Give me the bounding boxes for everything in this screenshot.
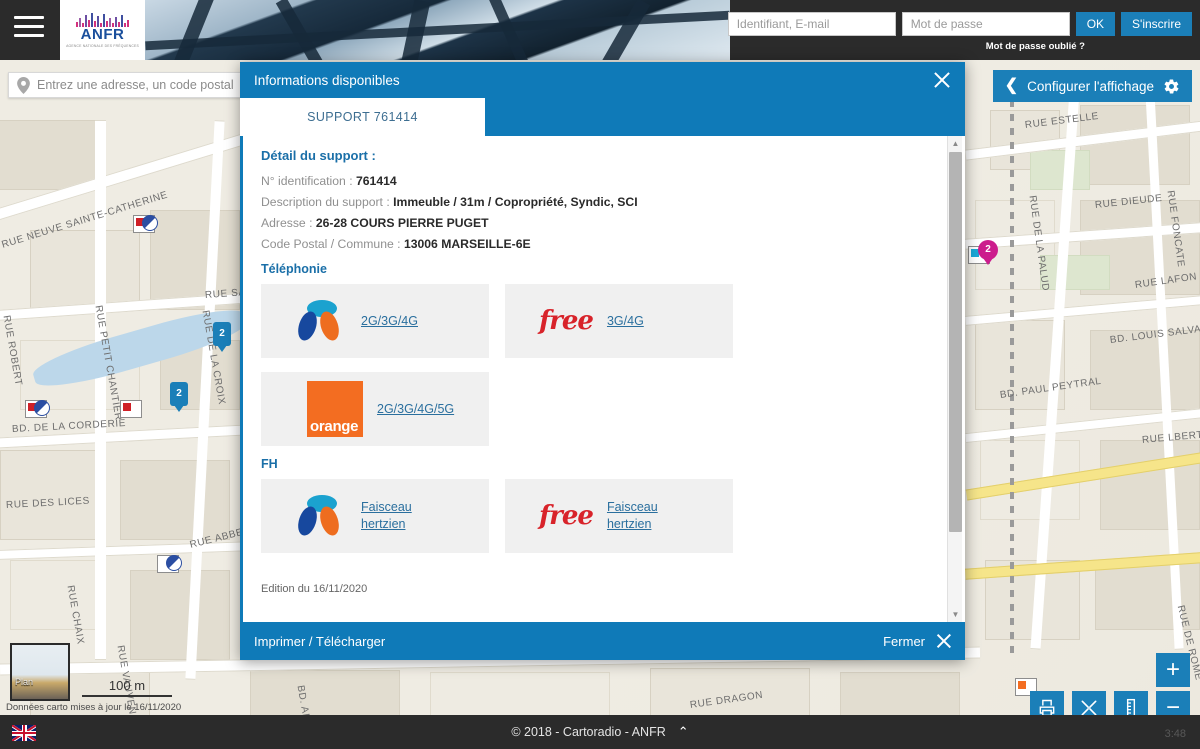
operator-card-free[interactable]: free 3G/4G — [505, 284, 733, 358]
map-marker-cluster[interactable]: 2 — [170, 382, 188, 406]
cartography-update-note: Données carto mises à jour le 16/11/2020 — [6, 702, 181, 713]
free-logo-icon: free — [539, 306, 593, 336]
configure-display-button[interactable]: ❮ Configurer l'affichage — [993, 70, 1192, 102]
dialog-scrollbar[interactable]: ▲ ▼ — [947, 136, 962, 622]
dialog-header: Informations disponibles — [240, 62, 965, 98]
operator-tech-link[interactable]: Faisceau hertzien — [607, 499, 671, 533]
field-label: Description du support : — [261, 195, 390, 209]
logo-wordmark: ANFR — [81, 27, 125, 42]
section-title: Détail du support : — [261, 148, 939, 163]
zoom-in-button[interactable]: + — [1156, 653, 1190, 687]
close-icon — [935, 632, 953, 650]
map-scale: 100 m — [82, 678, 172, 697]
plus-icon: + — [1166, 656, 1180, 684]
dialog-content: Détail du support : N° identification : … — [243, 136, 939, 622]
marker-count: 2 — [176, 389, 182, 399]
field-value: 26-28 COURS PIERRE PUGET — [316, 216, 489, 230]
marker-count: 2 — [985, 245, 991, 255]
map-pin-icon — [17, 77, 30, 94]
operator-card-empty — [505, 372, 733, 446]
app-footer: © 2018 - Cartoradio - ANFR ⌃ 3:48 — [0, 715, 1200, 749]
map-layer-label: Plan — [15, 677, 33, 687]
scroll-up-icon[interactable]: ▲ — [948, 136, 963, 151]
waveform-icon — [76, 12, 129, 27]
map-layer-switcher[interactable]: Plan — [10, 643, 70, 701]
scrollbar-thumb[interactable] — [949, 152, 962, 532]
operator-card-orange[interactable]: orange 2G/3G/4G/5G — [261, 372, 489, 446]
map-site-icon[interactable] — [25, 400, 47, 418]
scroll-down-icon[interactable]: ▼ — [948, 607, 963, 622]
copyright-text: © 2018 - Cartoradio - ANFR — [511, 725, 665, 739]
free-logo-icon: free — [539, 501, 593, 531]
close-dialog-label: Fermer — [883, 634, 925, 649]
bouygues-logo-icon — [295, 494, 347, 538]
dialog-title: Informations disponibles — [254, 73, 400, 88]
operator-grid-telephonie: 2G/3G/4G free 3G/4G orange 2G/3G/4G/5G — [261, 284, 939, 446]
tab-support[interactable]: SUPPORT 761414 — [240, 98, 485, 136]
orange-logo-icon: orange — [307, 381, 363, 437]
operator-grid-fh: Faisceau hertzien free Faisceau hertzien — [261, 479, 939, 553]
anfr-logo[interactable]: ANFR AGENCE NATIONALE DES FRÉQUENCES — [60, 0, 145, 60]
field-value: 761414 — [356, 174, 397, 188]
password-input[interactable] — [902, 12, 1070, 36]
close-dialog-button[interactable]: Fermer — [883, 632, 953, 650]
info-dialog: Informations disponibles SUPPORT 761414 … — [240, 62, 965, 660]
field-description: Description du support : Immeuble / 31m … — [261, 195, 939, 209]
field-postal-commune: Code Postal / Commune : 13006 MARSEILLE-… — [261, 237, 939, 251]
field-label: N° identification : — [261, 174, 353, 188]
login-ok-button[interactable]: OK — [1076, 12, 1115, 36]
app-header: ANFR AGENCE NATIONALE DES FRÉQUENCES OK … — [0, 0, 1200, 60]
group-title-fh: FH — [261, 457, 939, 471]
operator-card-bouygues[interactable]: 2G/3G/4G — [261, 284, 489, 358]
field-label: Adresse : — [261, 216, 312, 230]
dialog-body: Détail du support : N° identification : … — [240, 136, 965, 622]
uk-flag-icon[interactable] — [12, 725, 36, 741]
operator-tech-link[interactable]: 2G/3G/4G — [361, 313, 418, 330]
field-address: Adresse : 26-28 COURS PIERRE PUGET — [261, 216, 939, 230]
operator-tech-link[interactable]: Faisceau hertzien — [361, 499, 425, 533]
logo-tagline: AGENCE NATIONALE DES FRÉQUENCES — [66, 44, 139, 48]
bouygues-logo-icon — [295, 299, 347, 343]
address-search[interactable] — [8, 72, 244, 98]
chevron-up-icon[interactable]: ⌃ — [678, 724, 689, 740]
cartoradio-app: RUE NEUVE SAINTE-CATHERINE RUE PETIT CHA… — [0, 0, 1200, 749]
map-marker-cluster-selected[interactable]: 2 — [978, 240, 998, 260]
map-site-icon[interactable] — [120, 400, 142, 418]
header-hero-image — [145, 0, 730, 60]
signup-button[interactable]: S'inscrire — [1121, 12, 1192, 36]
edition-date: Edition du 16/11/2020 — [261, 583, 939, 595]
search-input[interactable] — [37, 78, 235, 92]
operator-tech-link[interactable]: 2G/3G/4G/5G — [377, 401, 454, 418]
map-scale-label: 100 m — [82, 678, 172, 693]
field-value: 13006 MARSEILLE-6E — [404, 237, 531, 251]
tab-label: SUPPORT 761414 — [307, 110, 418, 124]
close-icon[interactable] — [931, 69, 953, 91]
marker-count: 2 — [219, 329, 225, 339]
map-scale-bar — [82, 695, 172, 697]
forgot-password-link[interactable]: Mot de passe oublié ? — [986, 41, 1085, 52]
field-identification: N° identification : 761414 — [261, 174, 939, 188]
group-title-telephonie: Téléphonie — [261, 262, 939, 276]
map-site-icon[interactable] — [133, 215, 155, 233]
operator-card-bouygues-fh[interactable]: Faisceau hertzien — [261, 479, 489, 553]
menu-button[interactable] — [14, 16, 44, 40]
dialog-tabs: SUPPORT 761414 — [240, 98, 965, 136]
field-label: Code Postal / Commune : — [261, 237, 401, 251]
chevron-left-icon: ❮ — [1005, 78, 1018, 94]
login-form: OK S'inscrire — [728, 12, 1192, 36]
hamburger-icon — [14, 16, 44, 19]
field-value: Immeuble / 31m / Copropriété, Syndic, SC… — [393, 195, 638, 209]
map-site-icon[interactable] — [157, 555, 179, 573]
username-input[interactable] — [728, 12, 896, 36]
print-download-link[interactable]: Imprimer / Télécharger — [254, 634, 385, 649]
configure-display-label: Configurer l'affichage — [1027, 79, 1154, 94]
operator-card-free-fh[interactable]: free Faisceau hertzien — [505, 479, 733, 553]
dialog-footer: Imprimer / Télécharger Fermer — [240, 622, 965, 660]
clock-text: 3:48 — [1165, 728, 1186, 740]
map-marker-cluster[interactable]: 2 — [213, 322, 231, 346]
operator-tech-link[interactable]: 3G/4G — [607, 313, 644, 330]
gear-icon — [1163, 78, 1180, 95]
